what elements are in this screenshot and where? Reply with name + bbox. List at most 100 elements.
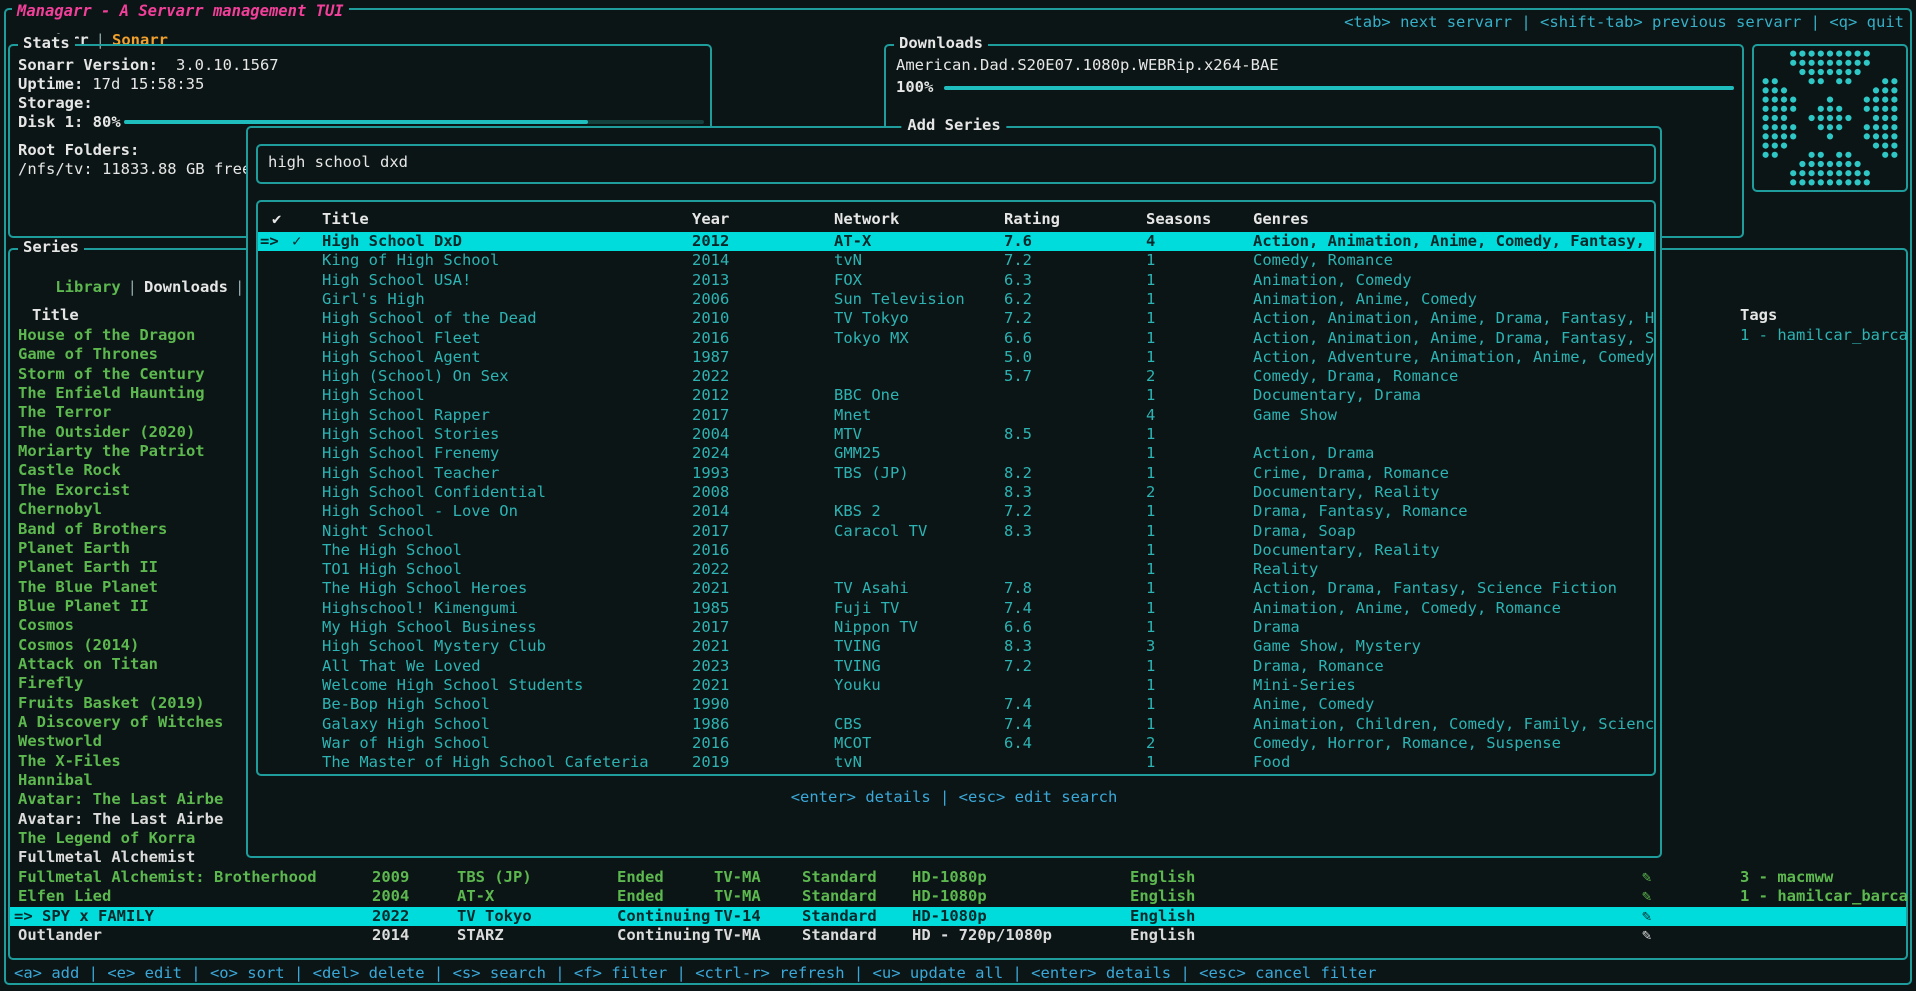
- add-series-result-row[interactable]: The Master of High School Cafeteria 2019…: [258, 753, 1654, 772]
- add-series-result-row[interactable]: High School Fleet 2016 Tokyo MX 6.6 1 Ac…: [258, 329, 1654, 348]
- result-network: MCOT: [834, 734, 871, 753]
- series-title: The Outsider (2020): [18, 423, 195, 442]
- add-series-result-row[interactable]: High School USA! 2013 FOX 6.3 1 Animatio…: [258, 271, 1654, 290]
- library-tags-header: Tags: [1740, 306, 1777, 325]
- result-seasons: 1: [1146, 444, 1155, 463]
- add-series-result-row[interactable]: High School Confidential 2008 8.3 2 Docu…: [258, 483, 1654, 502]
- result-year: 2022: [692, 560, 729, 579]
- add-series-result-row[interactable]: Highschool! Kimengumi 1985 Fuji TV 7.4 1…: [258, 599, 1654, 618]
- series-language: English: [1130, 907, 1195, 926]
- series-title: Elfen Lied: [18, 887, 111, 906]
- series-row[interactable]: Elfen Lied 2004 AT-X Ended TV-MA Standar…: [10, 887, 1906, 906]
- result-title: High School Agent: [322, 348, 481, 367]
- add-series-result-row[interactable]: Be-Bop High School 1990 7.4 1 Anime, Com…: [258, 695, 1654, 714]
- series-quality-profile: HD-1080p: [912, 907, 987, 926]
- add-series-popup-title: Add Series: [901, 116, 1006, 134]
- result-seasons: 1: [1146, 715, 1155, 734]
- result-rating: 5.0: [1004, 348, 1032, 367]
- result-rating: 8.3: [1004, 637, 1032, 656]
- result-seasons: 1: [1146, 251, 1155, 270]
- rating-column-header: Rating: [1004, 210, 1060, 229]
- result-seasons: 1: [1146, 502, 1155, 521]
- result-network: TVING: [834, 657, 881, 676]
- add-series-result-row[interactable]: TO1 High School 2022 1 Reality: [258, 560, 1654, 579]
- tag-icon: ✎: [1642, 887, 1651, 906]
- result-title: High School - Love On: [322, 502, 518, 521]
- result-genres: Action, Animation, Anime, Drama, Fantasy…: [1253, 309, 1654, 328]
- result-network: TVING: [834, 637, 881, 656]
- series-row[interactable]: Outlander 2014 STARZ Continuing TV-MA St…: [10, 926, 1906, 945]
- add-series-result-row[interactable]: High School Rapper 2017 Mnet 4 Game Show: [258, 406, 1654, 425]
- series-title: Fruits Basket (2019): [18, 694, 205, 713]
- result-year: 2021: [692, 676, 729, 695]
- add-series-result-row[interactable]: War of High School 2016 MCOT 6.4 2 Comed…: [258, 734, 1654, 753]
- add-series-result-row[interactable]: The High School 2016 1 Documentary, Real…: [258, 541, 1654, 560]
- series-type: Standard: [802, 887, 877, 906]
- selection-arrow: =>: [14, 907, 33, 926]
- series-row[interactable]: => SPY x FAMILY 2022 TV Tokyo Continuing…: [10, 907, 1906, 926]
- series-certification: TV-MA: [714, 926, 761, 945]
- add-series-result-row[interactable]: => ✓ High School DxD 2012 AT-X 7.6 4 Act…: [258, 232, 1654, 251]
- result-seasons: 1: [1146, 560, 1155, 579]
- result-network: BBC One: [834, 386, 899, 405]
- add-series-result-row[interactable]: King of High School 2014 tvN 7.2 1 Comed…: [258, 251, 1654, 270]
- result-seasons: 1: [1146, 386, 1155, 405]
- result-network: Sun Television: [834, 290, 965, 309]
- result-title: High School Rapper: [322, 406, 490, 425]
- result-title: The High School Heroes: [322, 579, 527, 598]
- result-seasons: 1: [1146, 309, 1155, 328]
- add-series-search-input[interactable]: [268, 153, 1638, 171]
- result-network: Mnet: [834, 406, 871, 425]
- add-series-result-row[interactable]: My High School Business 2017 Nippon TV 6…: [258, 618, 1654, 637]
- add-series-result-row[interactable]: High School Teacher 1993 TBS (JP) 8.2 1 …: [258, 464, 1654, 483]
- series-type: Standard: [802, 868, 877, 887]
- result-year: 2016: [692, 541, 729, 560]
- series-panel-title: Series: [18, 238, 84, 256]
- add-series-result-row[interactable]: The High School Heroes 2021 TV Asahi 7.8…: [258, 579, 1654, 598]
- series-title: Attack on Titan: [18, 655, 158, 674]
- series-tab-downloads[interactable]: Downloads: [144, 278, 228, 296]
- add-series-result-row[interactable]: High School Stories 2004 MTV 8.5 1: [258, 425, 1654, 444]
- result-seasons: 2: [1146, 367, 1155, 386]
- add-series-result-row[interactable]: High School of the Dead 2010 TV Tokyo 7.…: [258, 309, 1654, 328]
- add-series-result-row[interactable]: High School Agent 1987 5.0 1 Action, Adv…: [258, 348, 1654, 367]
- series-row[interactable]: Fullmetal Alchemist: Brotherhood 2009 TB…: [10, 868, 1906, 887]
- result-genres: Drama: [1253, 618, 1300, 637]
- series-certification: TV-MA: [714, 868, 761, 887]
- add-series-result-row[interactable]: High School 2012 BBC One 1 Documentary, …: [258, 386, 1654, 405]
- add-series-result-row[interactable]: Galaxy High School 1986 CBS 7.4 1 Animat…: [258, 715, 1654, 734]
- uptime-label: Uptime:: [18, 75, 83, 93]
- result-rating: 6.3: [1004, 271, 1032, 290]
- result-genres: Drama, Fantasy, Romance: [1253, 502, 1468, 521]
- series-title: The X-Files: [18, 752, 121, 771]
- add-series-result-row[interactable]: Night School 2017 Caracol TV 8.3 1 Drama…: [258, 522, 1654, 541]
- result-network: KBS 2: [834, 502, 881, 521]
- stats-panel-title: Stats: [18, 34, 75, 52]
- result-seasons: 1: [1146, 348, 1155, 367]
- add-series-result-row[interactable]: Girl's High 2006 Sun Television 6.2 1 An…: [258, 290, 1654, 309]
- result-seasons: 1: [1146, 522, 1155, 541]
- add-series-result-row[interactable]: High School - Love On 2014 KBS 2 7.2 1 D…: [258, 502, 1654, 521]
- result-genres: Anime, Comedy: [1253, 695, 1374, 714]
- add-series-result-row[interactable]: High School Mystery Club 2021 TVING 8.3 …: [258, 637, 1654, 656]
- add-series-result-row[interactable]: High (School) On Sex 2022 5.7 2 Comedy, …: [258, 367, 1654, 386]
- series-network: AT-X: [457, 887, 494, 906]
- series-title: Game of Thrones: [18, 345, 158, 364]
- add-series-result-row[interactable]: Welcome High School Students 2021 Youku …: [258, 676, 1654, 695]
- result-seasons: 1: [1146, 695, 1155, 714]
- result-genres: Animation, Anime, Comedy: [1253, 290, 1477, 309]
- result-network: Youku: [834, 676, 881, 695]
- library-title-header: Title: [32, 306, 79, 325]
- series-title: Chernobyl: [18, 500, 102, 519]
- title-column-header: Title: [322, 210, 369, 229]
- result-genres: Documentary, Reality: [1253, 483, 1440, 502]
- result-network: TV Tokyo: [834, 309, 909, 328]
- root-folders-label: Root Folders:: [18, 141, 139, 159]
- result-title: TO1 High School: [322, 560, 462, 579]
- root-folder-value: /nfs/tv: 11833.88 GB free: [18, 160, 251, 178]
- add-series-result-row[interactable]: High School Frenemy 2024 GMM25 1 Action,…: [258, 444, 1654, 463]
- series-tab-library[interactable]: Library: [55, 278, 120, 296]
- result-title: High School: [322, 386, 425, 405]
- add-series-result-row[interactable]: All That We Loved 2023 TVING 7.2 1 Drama…: [258, 657, 1654, 676]
- genres-column-header: Genres: [1253, 210, 1309, 229]
